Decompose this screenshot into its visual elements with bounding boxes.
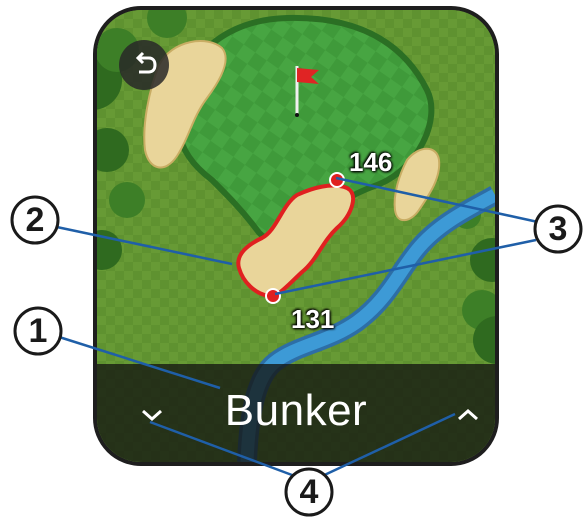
back-arrow-icon xyxy=(135,51,157,74)
callout-label-4: 4 xyxy=(299,473,319,511)
distance-near: 131 xyxy=(291,304,335,334)
chevron-down-icon xyxy=(142,409,162,422)
callout-label-2: 2 xyxy=(25,201,45,239)
distance-far: 146 xyxy=(349,147,393,177)
figure: 146 131 Bunker 1 2 3 4 xyxy=(0,0,588,523)
callout-label-1: 1 xyxy=(28,312,48,350)
previous-hazard-button[interactable] xyxy=(137,404,167,426)
chevron-up-icon xyxy=(458,408,478,421)
distance-marker-far[interactable] xyxy=(329,172,345,188)
callout-label-3: 3 xyxy=(548,210,568,248)
next-hazard-button[interactable] xyxy=(453,404,483,426)
back-button[interactable] xyxy=(119,40,169,90)
watch-screen: 146 131 Bunker xyxy=(93,6,499,466)
distance-marker-near[interactable] xyxy=(265,288,281,304)
